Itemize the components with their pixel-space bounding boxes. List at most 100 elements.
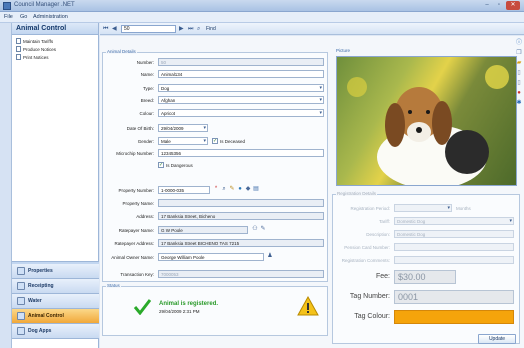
- nav-dog-apps[interactable]: Dog Apps: [12, 324, 99, 339]
- is-dangerous-label: Is Dangerous: [166, 163, 193, 168]
- right-tool-strip: ⓘ ❐ ▰ ▯ ▯ ● ✱: [514, 36, 524, 106]
- title-bar: Council Manager .NET – ▫ ✕: [0, 0, 524, 12]
- pension-card-label: Pension Card Number:: [344, 245, 390, 250]
- transaction-key-label: Transaction Key:: [120, 272, 154, 277]
- sidebar-item-produce-notices[interactable]: Produce Notices: [12, 45, 98, 53]
- dog-photo-illustration: [347, 65, 509, 185]
- animal-name-field[interactable]: Animal134: [158, 70, 324, 78]
- nav-label: Properties: [28, 268, 53, 274]
- checkmark-icon: [133, 299, 151, 315]
- maximize-icon[interactable]: ▫: [494, 1, 504, 10]
- property-number-label: Property Number:: [118, 188, 154, 193]
- first-record-icon[interactable]: ⏮: [103, 26, 109, 32]
- document-icon[interactable]: ▯: [517, 70, 520, 76]
- owner-name-label: Animal Owner Name:: [111, 255, 154, 260]
- sidebar-item-label: Produce Notices: [23, 46, 57, 52]
- find-icon[interactable]: ⌕: [197, 26, 203, 32]
- fee-field: $30.00: [394, 270, 456, 284]
- nav-water[interactable]: Water: [12, 294, 99, 309]
- description-field: Domestic Dog: [394, 230, 514, 238]
- required-marker-icon: *: [214, 186, 218, 192]
- ratepayer-address-field: 17 Banksia Street BICHENO TAS 7215: [158, 239, 324, 247]
- owner-name-field[interactable]: George William Poole: [158, 253, 264, 261]
- record-number-input[interactable]: 50: [121, 24, 176, 33]
- receipting-icon: [17, 282, 25, 290]
- address-label: Address:: [136, 214, 154, 219]
- ratepayer-name-label: Ratepayer Name:: [118, 228, 154, 233]
- folder-icon[interactable]: ▰: [517, 60, 522, 66]
- find-button[interactable]: Find: [206, 26, 216, 32]
- page-icon[interactable]: ▯: [517, 80, 520, 86]
- link-icon[interactable]: ◆: [245, 186, 251, 192]
- tariff-select: Domestic Dog: [394, 217, 514, 225]
- settings-icon[interactable]: ✱: [516, 100, 521, 106]
- water-icon: [17, 297, 25, 305]
- dob-label: Date Of Birth:: [126, 126, 154, 131]
- warning-icon: [297, 296, 319, 316]
- edit-icon[interactable]: ✎: [229, 186, 235, 192]
- update-button[interactable]: Update: [478, 334, 516, 344]
- ratepayer-lookup-icon[interactable]: ⚇: [252, 226, 258, 232]
- window-controls: – ▫ ✕: [482, 1, 520, 10]
- nav-label: Receipting: [28, 283, 54, 289]
- registration-comments-label: Registration Comments:: [341, 258, 390, 263]
- property-name-label: Property Name:: [122, 201, 154, 206]
- picture-caption: Picture: [336, 48, 351, 53]
- previous-record-icon[interactable]: ◀: [112, 26, 118, 32]
- copy-icon[interactable]: ❐: [516, 50, 521, 56]
- menu-administration[interactable]: Administration: [33, 14, 68, 20]
- nav-label: Dog Apps: [28, 328, 52, 334]
- animal-number-field: 50: [158, 58, 324, 66]
- document-icon: [16, 46, 21, 52]
- main-content: Animal Details Number: 50 Name: Animal13…: [100, 36, 524, 348]
- property-number-field[interactable]: 1-0000-035: [158, 186, 210, 194]
- sidebar-item-label: Print Notices: [23, 54, 49, 60]
- owner-lookup-icon[interactable]: ♟: [267, 253, 273, 259]
- menu-bar: File Go Administration: [0, 12, 524, 23]
- ratepayer-edit-icon[interactable]: ✎: [260, 226, 266, 232]
- next-record-icon[interactable]: ▶: [179, 26, 185, 32]
- tag-colour-swatch: [394, 310, 514, 324]
- dog-apps-icon: [17, 327, 25, 335]
- nav-properties[interactable]: Properties: [12, 264, 99, 279]
- search-icon[interactable]: ⌕: [221, 186, 227, 192]
- nav-receipting[interactable]: Receipting: [12, 279, 99, 294]
- is-dangerous-checkbox[interactable]: ✓: [158, 162, 164, 168]
- nav-label: Water: [28, 298, 42, 304]
- tariff-label: Tariff:: [379, 219, 390, 224]
- last-record-icon[interactable]: ⏭: [188, 26, 194, 32]
- status-message: Animal is registered.: [159, 301, 219, 307]
- type-select[interactable]: Dog: [158, 84, 324, 92]
- left-collapse-strip[interactable]: [0, 23, 12, 348]
- registration-caption: Registration Details: [336, 191, 378, 196]
- animal-icon: [17, 312, 25, 320]
- info-icon[interactable]: ⓘ: [516, 40, 522, 46]
- gender-select[interactable]: Male: [158, 137, 208, 145]
- document-icon: [16, 54, 21, 60]
- globe-icon[interactable]: ●: [237, 186, 243, 192]
- colour-select[interactable]: Apricot: [158, 109, 324, 117]
- breed-select[interactable]: Afghan: [158, 96, 324, 104]
- list-icon[interactable]: ▤: [253, 186, 259, 192]
- record-toolbar: ⏮ ◀ 50 ▶ ⏭ ⌕ Find: [100, 23, 524, 35]
- minimize-icon[interactable]: –: [482, 1, 492, 10]
- animal-photo[interactable]: [336, 56, 517, 186]
- menu-go[interactable]: Go: [20, 14, 27, 20]
- is-deceased-checkbox[interactable]: ✓: [212, 138, 218, 144]
- close-icon[interactable]: ✕: [506, 1, 520, 10]
- colour-label: Colour:: [139, 111, 154, 116]
- dob-picker[interactable]: 29/04/2009: [158, 124, 208, 132]
- status-group: Status Animal is registered. 29/04/2009 …: [102, 283, 328, 336]
- name-label: Name:: [140, 72, 154, 77]
- address-field: 17 Banksia Street, Bicheno: [158, 212, 324, 220]
- sidebar-item-print-notices[interactable]: Print Notices: [12, 53, 98, 61]
- menu-file[interactable]: File: [4, 14, 13, 20]
- sidebar-item-maintain-tariffs[interactable]: Maintain Tariffs: [12, 37, 98, 45]
- nav-animal-control[interactable]: Animal Control: [12, 309, 99, 324]
- number-label: Number:: [136, 60, 154, 65]
- microchip-field[interactable]: 12345356: [158, 149, 324, 157]
- registration-period-select: [394, 204, 452, 212]
- tag-colour-label: Tag Colour:: [354, 313, 390, 320]
- is-deceased-label: Is Deceased: [220, 139, 246, 144]
- delete-icon[interactable]: ●: [517, 90, 521, 96]
